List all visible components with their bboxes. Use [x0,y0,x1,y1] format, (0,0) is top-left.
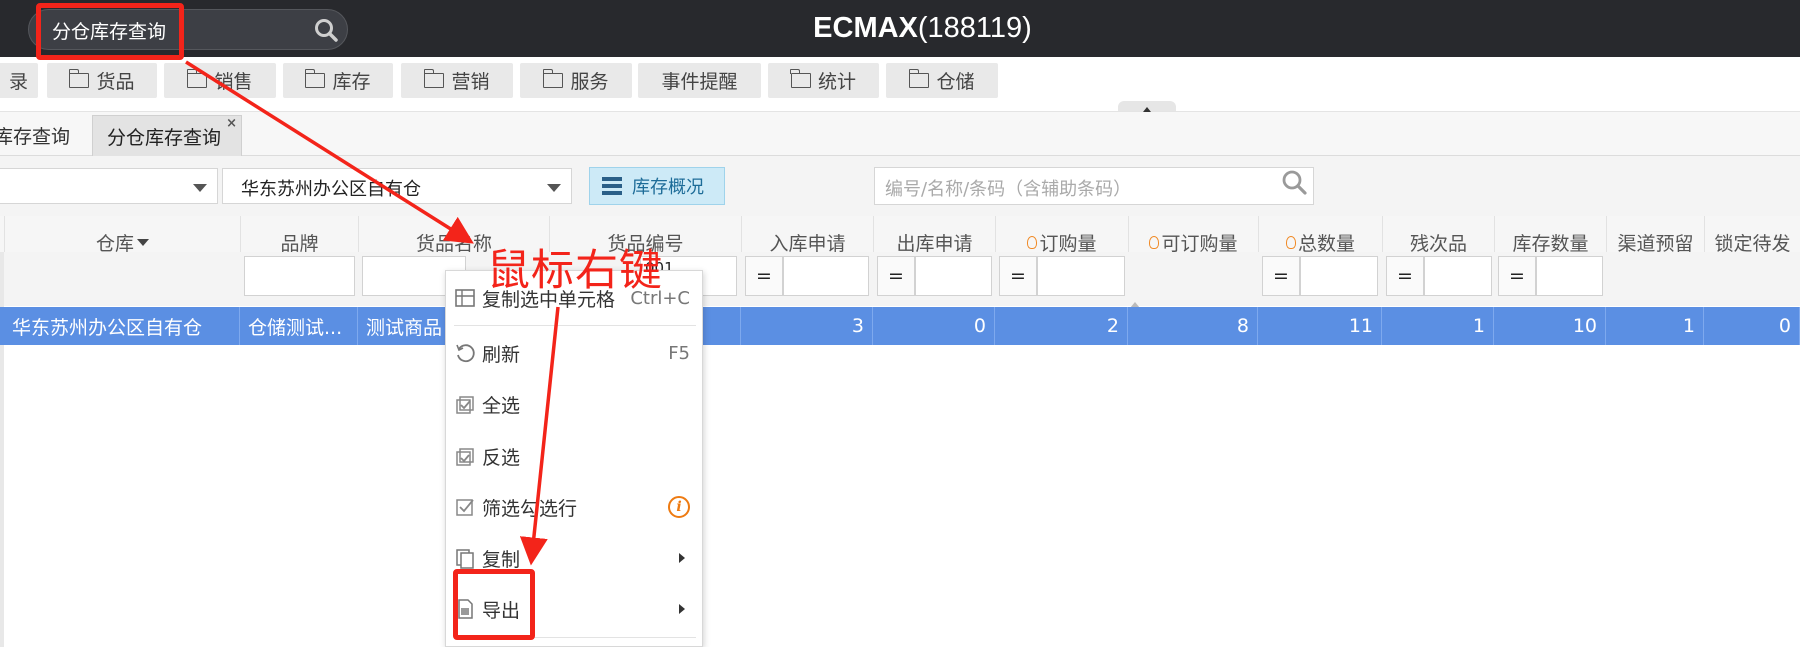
annotation-arrow-to-export [519,306,560,566]
annotation-arrow-to-right-click [185,60,474,244]
annotation-arrows [185,60,560,566]
app-window: 分仓库存查询 ECMAX(188119) 录 货品 销售 库存 营销 服务 事件… [0,0,1800,647]
